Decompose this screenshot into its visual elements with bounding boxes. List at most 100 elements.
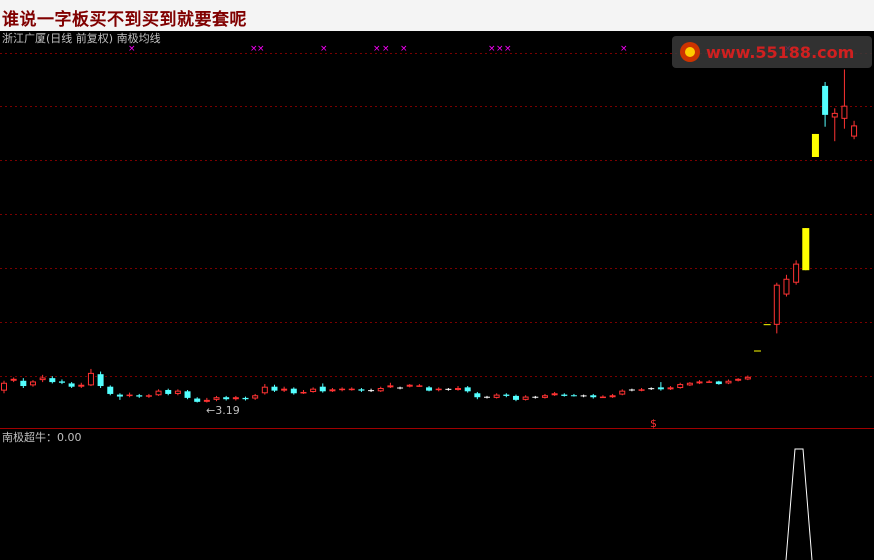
candle: [793, 260, 800, 285]
candle: [503, 393, 510, 398]
candle: [406, 384, 413, 388]
candle-body: [551, 393, 558, 396]
candle: [599, 395, 606, 399]
candle: [232, 395, 239, 401]
candle: [619, 389, 626, 396]
candle-body: [426, 387, 433, 391]
candle: [203, 397, 210, 403]
candle-body: [213, 397, 220, 400]
candle-body: [783, 278, 790, 295]
candle: [648, 387, 655, 390]
candle-body: [329, 389, 336, 392]
candle-body: [348, 388, 355, 391]
candle-body: [107, 386, 114, 394]
candle-body: [725, 380, 732, 384]
candle: [541, 393, 548, 399]
candle-body: [638, 389, 645, 391]
candle-body: [290, 388, 297, 394]
candle: [20, 378, 27, 389]
candle: [116, 393, 123, 400]
candle: [715, 380, 722, 385]
candle: [735, 378, 742, 382]
candle: [348, 387, 355, 391]
candle: [532, 395, 539, 399]
candle: [377, 386, 384, 392]
candle-body: [590, 395, 597, 398]
candle-body: [841, 105, 848, 119]
main-panel-header: 浙江广厦(日线 前复权) 南极均线: [2, 31, 161, 45]
candle-body: [58, 381, 65, 383]
candle-body: [822, 85, 829, 115]
candle: [677, 382, 684, 389]
candle: [387, 382, 394, 389]
candle-body: [667, 387, 674, 390]
candle-body: [599, 396, 606, 399]
candle-body: [300, 391, 307, 394]
candle: [78, 382, 85, 389]
candle: [329, 388, 336, 392]
candle-body: [49, 378, 56, 383]
candle: [107, 385, 114, 396]
candle-body: [522, 396, 529, 400]
candle: [628, 388, 635, 392]
candle-body: [677, 384, 684, 389]
candle: [300, 389, 307, 394]
candle: [213, 395, 220, 402]
candle-body: [39, 377, 46, 381]
candle-body: [358, 389, 365, 391]
candle-body: [435, 388, 442, 391]
signal-marker: ×: [373, 44, 381, 54]
candle: [657, 382, 664, 391]
candle-body: [561, 394, 568, 396]
candle: [136, 393, 143, 398]
candle-body: [474, 393, 481, 398]
candle: [696, 380, 703, 385]
candle-body: [126, 394, 133, 397]
candle: [426, 386, 433, 392]
candle-body: [232, 397, 239, 400]
indicator-line: [785, 448, 813, 560]
signal-marker: ×: [488, 44, 496, 54]
candle: [155, 389, 162, 396]
candle: [339, 387, 346, 392]
candle-body: [851, 125, 858, 137]
candle: [39, 374, 46, 383]
stock-chart[interactable]: ×××××××××××× www.55188.com 浙江广厦(日线 前复权) …: [0, 31, 874, 560]
signal-marker: ×: [382, 44, 390, 54]
candle: [10, 377, 17, 383]
candle: [512, 394, 519, 402]
candle-body: [339, 388, 346, 391]
candle: [474, 391, 481, 400]
candle-body: [261, 386, 268, 394]
signal-marker: ×: [496, 44, 504, 54]
candle-body: [686, 382, 693, 386]
candle-body: [116, 394, 123, 397]
low-price-marker: ←3.19: [206, 404, 240, 417]
candle-body: [541, 395, 548, 398]
candle: [223, 395, 230, 401]
signal-marker: ×: [257, 44, 265, 54]
candle: [290, 387, 297, 395]
candle: [271, 384, 278, 392]
sub-panel-header: 南极超牛：0.00: [2, 430, 82, 444]
candle-body: [706, 381, 713, 383]
candle: [706, 380, 713, 383]
candle-body: [570, 395, 577, 397]
buy-signal-glyph: $: [650, 417, 657, 430]
candle: [368, 388, 375, 392]
candle-body: [753, 350, 761, 352]
candle: [638, 388, 645, 392]
candle: [49, 376, 56, 384]
candle-body: [657, 387, 664, 390]
candle: [194, 397, 201, 403]
candle: [551, 391, 558, 396]
candle-body: [464, 387, 471, 392]
candle: [667, 386, 674, 390]
candle: [773, 282, 780, 334]
candle: [561, 393, 568, 397]
candle: [29, 380, 36, 387]
candle: [522, 395, 529, 401]
signal-marker: ×: [400, 44, 408, 54]
candle: [580, 394, 587, 398]
candle: [58, 379, 65, 385]
